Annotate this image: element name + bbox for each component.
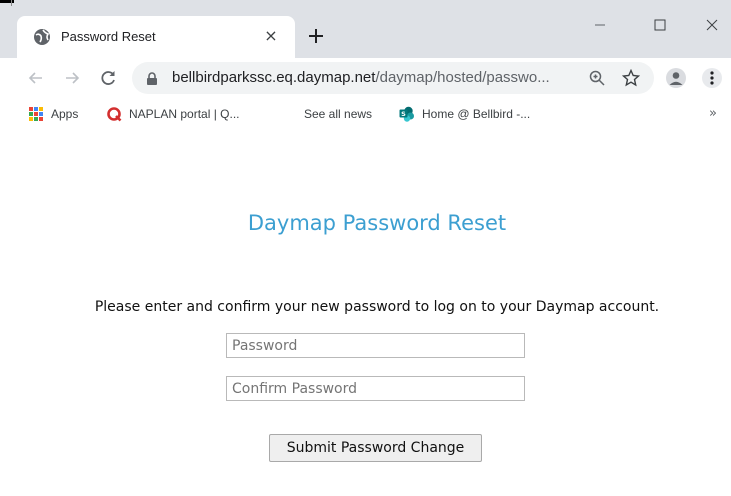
bookmark-apps[interactable]: Apps xyxy=(28,104,78,124)
url-host: bellbirdparkssc.eq.daymap.net xyxy=(172,69,376,86)
bookmarks-bar: Apps NAPLAN portal | Q... See all news S… xyxy=(0,98,731,130)
browser-tab[interactable]: Password Reset × xyxy=(17,16,295,58)
tab-title: Password Reset xyxy=(61,29,156,44)
address-bar[interactable]: bellbirdparkssc.eq.daymap.net/daymap/hos… xyxy=(132,62,654,94)
bookmark-home-bellbird[interactable]: S Home @ Bellbird -... xyxy=(399,104,530,124)
browser-toolbar: bellbirdparkssc.eq.daymap.net/daymap/hos… xyxy=(0,58,731,98)
bookmark-label: Home @ Bellbird -... xyxy=(422,107,531,121)
instruction-text: Please enter and confirm your new passwo… xyxy=(94,299,660,315)
bookmark-naplan[interactable]: NAPLAN portal | Q... xyxy=(106,104,240,124)
bookmark-label: See all news xyxy=(304,107,373,121)
bookmarks-overflow-icon[interactable]: » xyxy=(709,107,717,121)
svg-text:S: S xyxy=(401,110,406,118)
profile-avatar-icon[interactable] xyxy=(666,68,686,88)
url-text[interactable]: bellbirdparkssc.eq.daymap.net/daymap/hos… xyxy=(172,69,550,87)
page-title: Daymap Password Reset xyxy=(247,211,507,235)
corner-line xyxy=(11,0,12,6)
maximize-icon[interactable] xyxy=(646,14,674,36)
confirm-password-field[interactable] xyxy=(226,376,525,401)
apps-grid-icon xyxy=(29,107,43,121)
forward-icon[interactable] xyxy=(62,68,82,88)
tab-close-icon[interactable]: × xyxy=(261,26,281,46)
browser-titlebar: Password Reset × xyxy=(0,0,731,58)
bookmark-star-icon[interactable] xyxy=(622,69,640,87)
bookmark-label: Apps xyxy=(51,107,79,121)
sharepoint-icon: S xyxy=(399,106,414,122)
new-tab-icon[interactable] xyxy=(304,24,328,48)
reload-icon[interactable] xyxy=(98,68,118,88)
bookmark-see-all-news[interactable]: See all news xyxy=(304,104,372,124)
url-path: /daymap/hosted/passwo... xyxy=(375,69,550,86)
lock-icon[interactable] xyxy=(146,72,158,85)
minimize-icon[interactable] xyxy=(586,14,614,36)
zoom-icon[interactable] xyxy=(588,69,606,87)
submit-password-change-button[interactable]: Submit Password Change xyxy=(269,434,482,462)
naplan-q-icon xyxy=(107,107,122,122)
password-field[interactable] xyxy=(226,333,525,358)
kebab-menu-icon[interactable] xyxy=(702,68,722,88)
window-close-icon[interactable] xyxy=(698,14,726,36)
bookmark-label: NAPLAN portal | Q... xyxy=(129,107,240,121)
globe-icon xyxy=(34,29,50,45)
back-icon[interactable] xyxy=(26,68,46,88)
